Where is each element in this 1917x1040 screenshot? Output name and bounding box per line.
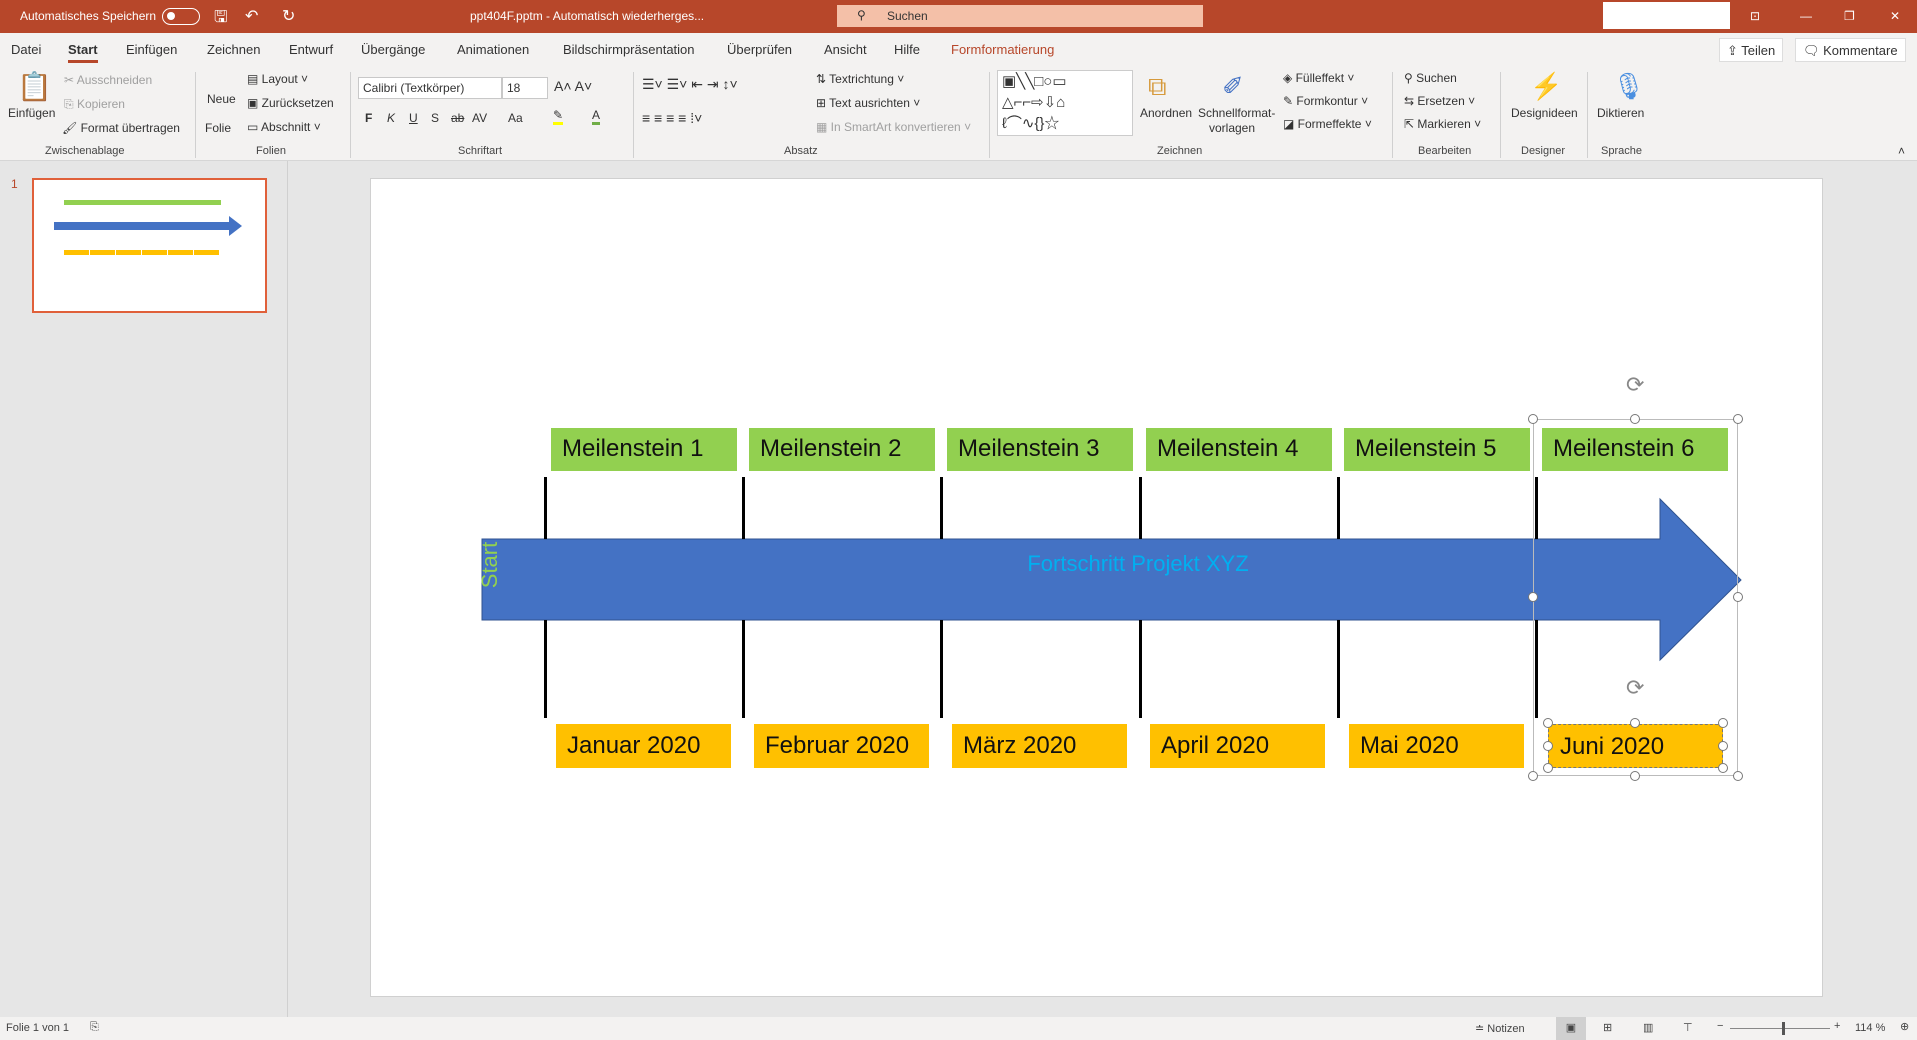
zoom-slider[interactable] bbox=[1730, 1028, 1830, 1029]
slideshow-icon[interactable]: ⊤ bbox=[1683, 1021, 1693, 1034]
resize-handle[interactable] bbox=[1718, 741, 1728, 751]
timeline-tick bbox=[940, 620, 943, 718]
fit-to-window-icon[interactable]: ⊕ bbox=[1900, 1020, 1909, 1033]
resize-handle[interactable] bbox=[1528, 414, 1538, 424]
resize-handle[interactable] bbox=[1543, 718, 1553, 728]
timeline-tick bbox=[742, 477, 745, 539]
timeline-tick bbox=[1337, 620, 1340, 718]
resize-handle[interactable] bbox=[1630, 414, 1640, 424]
date-box[interactable]: März 2020 bbox=[952, 724, 1127, 768]
resize-handle[interactable] bbox=[1543, 763, 1553, 773]
resize-handle[interactable] bbox=[1718, 763, 1728, 773]
resize-handle[interactable] bbox=[1733, 592, 1743, 602]
timeline-tick bbox=[1139, 477, 1142, 539]
zoom-slider-thumb[interactable] bbox=[1782, 1022, 1785, 1035]
milestone-box[interactable]: Meilenstein 2 bbox=[749, 428, 935, 471]
timeline-tick bbox=[940, 477, 943, 539]
date-box[interactable]: Januar 2020 bbox=[556, 724, 731, 768]
timeline-tick bbox=[544, 477, 547, 539]
zoom-in-icon[interactable]: + bbox=[1834, 1020, 1840, 1032]
rotate-handle-icon[interactable]: ⟳ bbox=[1626, 675, 1644, 701]
start-label: Start bbox=[477, 541, 502, 589]
timeline-tick bbox=[1139, 620, 1142, 718]
normal-view-icon[interactable]: ▣ bbox=[1556, 1017, 1586, 1040]
timeline-tick bbox=[1337, 477, 1340, 539]
milestone-box[interactable]: Meilenstein 5 bbox=[1344, 428, 1530, 471]
arrow-label: Fortschritt Projekt XYZ bbox=[1027, 551, 1249, 576]
zoom-level[interactable]: 114 % bbox=[1855, 1022, 1885, 1034]
resize-handle[interactable] bbox=[1733, 771, 1743, 781]
date-box[interactable]: Februar 2020 bbox=[754, 724, 929, 768]
resize-handle[interactable] bbox=[1630, 718, 1640, 728]
rotate-handle-icon[interactable]: ⟳ bbox=[1626, 372, 1644, 398]
milestone-box[interactable]: Meilenstein 3 bbox=[947, 428, 1133, 471]
notes-label: Notizen bbox=[1487, 1023, 1525, 1035]
zoom-out-icon[interactable]: − bbox=[1717, 1020, 1723, 1032]
resize-handle[interactable] bbox=[1528, 592, 1538, 602]
timeline-tick bbox=[544, 620, 547, 718]
resize-handle[interactable] bbox=[1543, 741, 1553, 751]
resize-handle[interactable] bbox=[1733, 414, 1743, 424]
status-bar: Folie 1 von 1 ⎘ ≐ Notizen ▣ ⊞ ▥ ⊤ − + 11… bbox=[0, 1017, 1917, 1040]
milestone-box[interactable]: Meilenstein 1 bbox=[551, 428, 737, 471]
resize-handle[interactable] bbox=[1630, 771, 1640, 781]
milestone-box[interactable]: Meilenstein 4 bbox=[1146, 428, 1332, 471]
notes-button[interactable]: ≐ Notizen bbox=[1475, 1022, 1525, 1035]
resize-handle[interactable] bbox=[1528, 771, 1538, 781]
date-box[interactable]: April 2020 bbox=[1150, 724, 1325, 768]
date-box[interactable]: Mai 2020 bbox=[1349, 724, 1524, 768]
accessibility-icon[interactable]: ⎘ bbox=[90, 1021, 99, 1034]
slide-info: Folie 1 von 1 bbox=[6, 1022, 69, 1034]
timeline-tick bbox=[742, 620, 745, 718]
slide-sorter-icon[interactable]: ⊞ bbox=[1603, 1021, 1612, 1034]
reading-view-icon[interactable]: ▥ bbox=[1643, 1021, 1653, 1034]
resize-handle[interactable] bbox=[1718, 718, 1728, 728]
